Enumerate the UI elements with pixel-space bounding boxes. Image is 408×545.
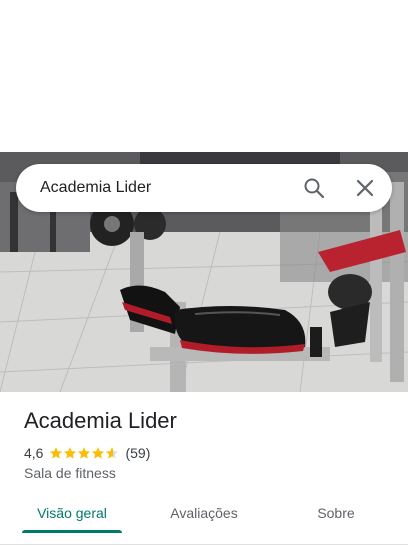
rating-row[interactable]: 4,6 (59) [24, 444, 150, 462]
review-count[interactable]: (59) [125, 445, 150, 461]
tab-about[interactable]: Sobre [286, 496, 386, 536]
place-category: Sala de fitness [24, 465, 116, 481]
tab-label: Visão geral [37, 505, 107, 521]
tab-reviews[interactable]: Avaliações [154, 496, 254, 536]
star-icon [92, 447, 105, 459]
tab-label: Sobre [317, 505, 355, 521]
search-query-text[interactable]: Academia Lider [40, 164, 151, 212]
star-icon [78, 447, 91, 459]
search-bar[interactable]: Academia Lider [16, 164, 392, 212]
rating-value: 4,6 [24, 445, 44, 461]
tab-overview[interactable]: Visão geral [22, 496, 122, 536]
close-icon[interactable] [353, 176, 377, 200]
place-tabs: Visão geral Avaliações Sobre [0, 496, 408, 545]
search-icon[interactable] [302, 176, 326, 200]
star-half-icon [106, 447, 119, 459]
active-tab-indicator [22, 530, 122, 533]
place-title: Academia Lider [24, 408, 177, 433]
tab-label: Avaliações [170, 505, 238, 521]
star-icon [50, 447, 63, 459]
star-icon [64, 447, 77, 459]
blank-header-area [0, 0, 408, 152]
rating-stars [49, 446, 119, 460]
